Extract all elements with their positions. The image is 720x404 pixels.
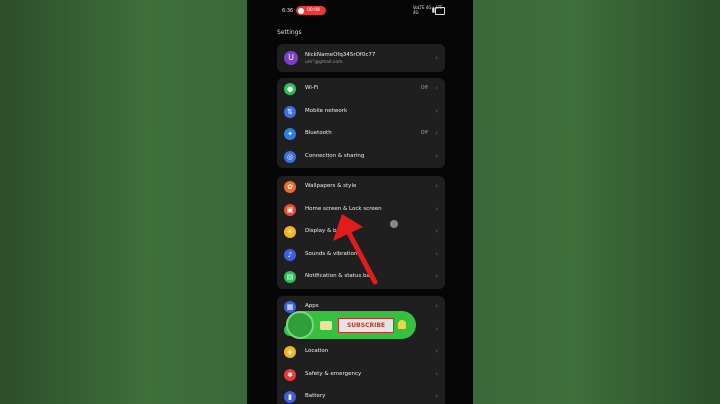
arrow-shaft [346,230,378,285]
arrow-head [333,214,363,241]
annotation-arrow [333,214,378,285]
